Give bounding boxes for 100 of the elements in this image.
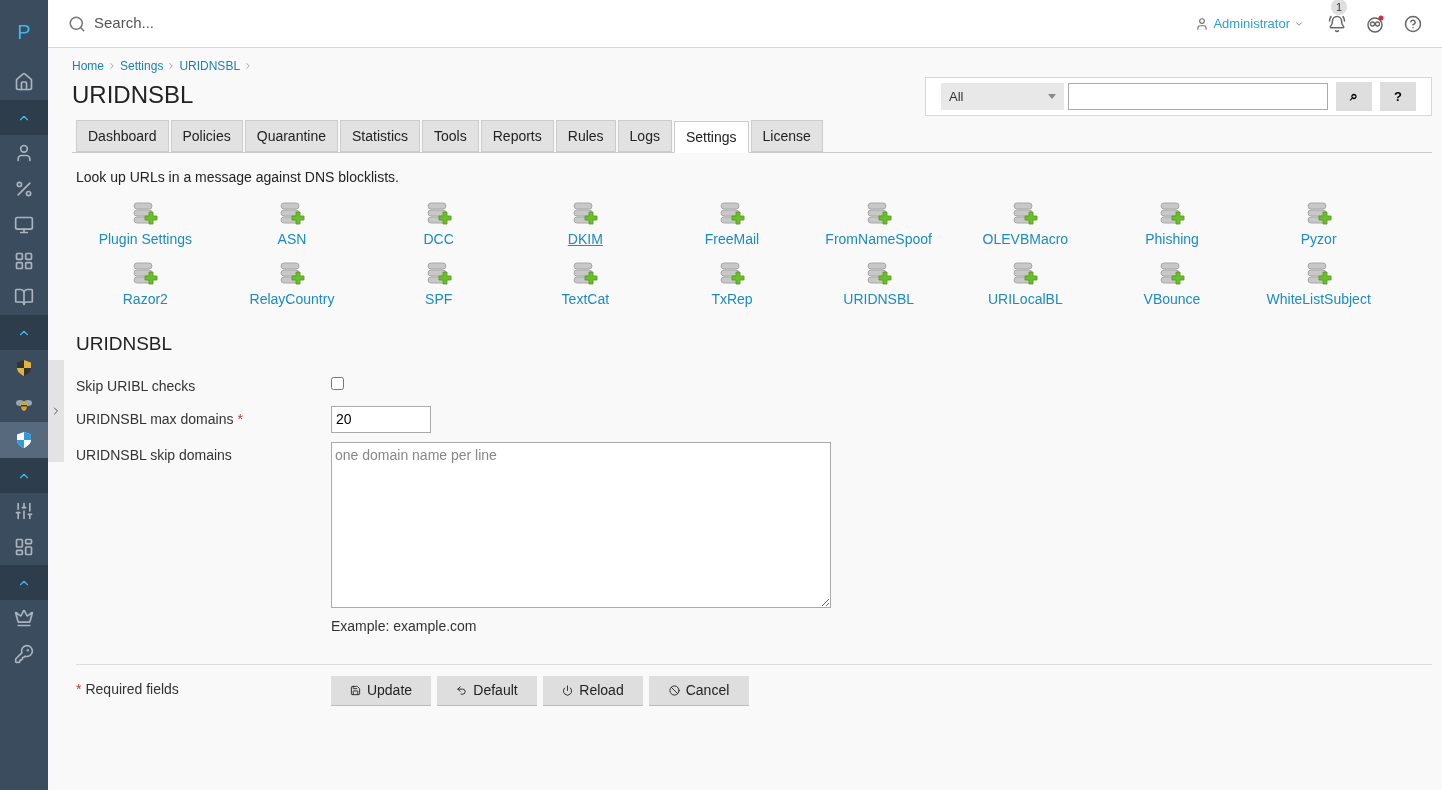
plugin-link[interactable]: FromNameSpoof (805, 202, 952, 250)
required-mark: * (237, 410, 243, 427)
tab[interactable]: Rules (555, 120, 616, 152)
plugin-link[interactable]: OLEVBMacro (952, 202, 1099, 250)
section-title: URIDNSBL (76, 332, 174, 356)
save-icon (349, 684, 361, 696)
help-button[interactable]: ? (1380, 82, 1416, 111)
database-add-icon (865, 202, 892, 228)
book-icon (14, 287, 34, 307)
database-add-icon (279, 262, 305, 288)
ban-icon (668, 684, 680, 696)
grid-icon (14, 251, 34, 271)
description-text: Look up URLs in a message against DNS blocklists. (76, 168, 400, 187)
layout-icon (14, 537, 34, 557)
required-mark: * (76, 680, 82, 697)
home-icon (14, 72, 34, 92)
search-button[interactable]: ⌕ (1336, 82, 1372, 111)
field-label: URIDNSBL max domains (76, 410, 234, 427)
form-button[interactable]: Update (331, 675, 431, 706)
plugin-link[interactable]: SPF (365, 262, 512, 310)
search-field[interactable]: Search... (94, 12, 494, 35)
sidebar-item[interactable] (0, 422, 48, 458)
plugin-link[interactable]: Pyzor (1245, 202, 1392, 250)
user-menu[interactable]: Administrator (1195, 13, 1304, 34)
section-toggle[interactable] (0, 315, 48, 350)
database-add-icon (1305, 202, 1332, 228)
plugin-link[interactable]: TextCat (512, 262, 659, 310)
form-button[interactable]: Default (437, 675, 537, 706)
database-add-icon (132, 262, 159, 288)
database-add-icon (425, 202, 452, 228)
database-add-icon (1012, 262, 1039, 288)
tab[interactable]: Quarantine (244, 120, 339, 152)
search-icon (68, 14, 86, 33)
notification-count: 1 (1331, 0, 1348, 15)
database-add-icon (1159, 262, 1185, 288)
tab[interactable]: Statistics (340, 120, 421, 152)
chevron-right-icon (107, 61, 117, 71)
sliders-icon (14, 501, 34, 521)
plugin-link[interactable]: Plugin Settings (72, 202, 219, 250)
plugin-link[interactable]: Razor2 (72, 262, 219, 310)
database-add-icon (719, 202, 745, 228)
crown-icon (14, 608, 34, 628)
breadcrumb-link[interactable]: Settings (120, 57, 164, 75)
plugin-link[interactable]: DCC (365, 202, 512, 250)
form-button[interactable]: Cancel (649, 675, 749, 706)
tab[interactable]: Logs (617, 120, 672, 152)
database-add-icon (572, 262, 599, 288)
help-icon[interactable] (1404, 14, 1422, 33)
database-add-icon (279, 202, 305, 228)
database-add-icon (425, 262, 452, 288)
textarea-field[interactable]: one domain name per line (331, 441, 831, 608)
shield-icon (17, 432, 31, 448)
section-toggle[interactable] (0, 565, 48, 600)
scope-select[interactable]: All (941, 83, 1064, 110)
database-add-icon (719, 262, 745, 288)
plugin-link[interactable]: WhiteListSubject (1245, 262, 1392, 310)
tab[interactable]: Dashboard (76, 120, 169, 152)
plugin-link[interactable]: ASN (218, 202, 366, 250)
plugin-link[interactable]: FreeMail (658, 202, 806, 250)
tab[interactable]: Policies (170, 120, 243, 152)
section-toggle[interactable] (0, 458, 48, 493)
plugin-link[interactable]: RelayCountry (218, 262, 366, 310)
checkbox[interactable] (331, 376, 344, 390)
field-label: URIDNSBL skip domains (76, 446, 232, 463)
database-add-icon (1305, 262, 1332, 288)
field-label: Skip URIBL checks (76, 377, 196, 394)
plugin-link[interactable]: URILocalBL (952, 262, 1099, 310)
database-add-icon (132, 202, 159, 228)
user-icon (1195, 16, 1210, 31)
database-add-icon (572, 202, 599, 228)
breadcrumb-link[interactable]: URIDNSBL (179, 57, 241, 75)
plugin-link[interactable]: Phishing (1098, 202, 1246, 250)
tab[interactable]: Settings (673, 121, 749, 153)
required-note: Required fields (85, 680, 179, 697)
tab[interactable]: Tools (422, 120, 479, 152)
tab[interactable]: Reports (480, 120, 554, 152)
plugin-link[interactable]: TxRep (658, 262, 806, 310)
tab[interactable]: License (750, 120, 823, 152)
database-add-icon (1159, 202, 1185, 228)
database-add-icon (865, 262, 892, 288)
section-toggle[interactable] (0, 100, 48, 135)
face-icon[interactable] (1366, 14, 1384, 33)
bee-icon (16, 397, 32, 411)
power-icon (562, 684, 574, 696)
monitor-icon (14, 215, 34, 235)
collapse-handle[interactable] (48, 360, 64, 462)
form-button[interactable]: Reload (543, 675, 643, 706)
field-hint: Example: example.com (331, 616, 478, 636)
plugin-link[interactable]: DKIM (512, 202, 659, 250)
breadcrumb-link[interactable]: Home (72, 57, 104, 75)
plugin-link[interactable]: URIDNSBL (805, 262, 952, 310)
percent-icon (14, 179, 34, 199)
bell-icon[interactable] (1328, 14, 1346, 33)
quick-search-field[interactable] (1068, 83, 1328, 110)
input-field[interactable]: 20 (331, 405, 431, 433)
page-title: URIDNSBL (72, 80, 195, 110)
plugin-link[interactable]: VBounce (1098, 262, 1246, 310)
key-icon (14, 644, 34, 664)
dropdown-arrow-icon (1048, 94, 1056, 99)
database-add-icon (1012, 202, 1039, 228)
